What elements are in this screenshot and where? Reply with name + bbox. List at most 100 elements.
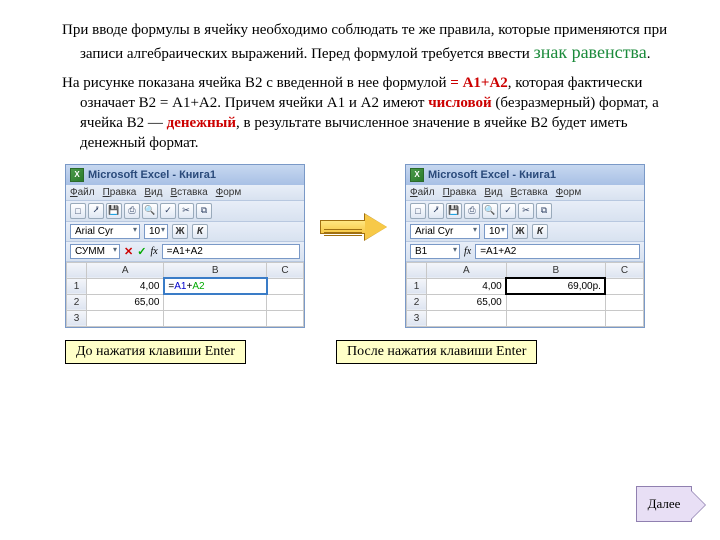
cell-a2[interactable]: 65,00 [87,294,164,310]
corner-cell[interactable] [67,262,87,278]
cell-b1-editing[interactable]: =A1+A2 [164,278,267,294]
col-header-a[interactable]: A [87,262,164,278]
row-header-2[interactable]: 2 [407,294,427,310]
excel-before: X Microsoft Excel - Книга1 Файл Правка В… [65,164,305,328]
arrow-right-icon [320,214,390,240]
cell-c3[interactable] [267,310,304,326]
formula-input[interactable]: =A1+A2 [162,244,300,259]
font-combo[interactable]: Arial Cyr [70,224,140,239]
next-button[interactable]: Далее [636,486,692,522]
preview-icon[interactable]: 🔍 [482,203,498,219]
menu-edit[interactable]: Правка [443,187,477,198]
cell-b2[interactable] [164,294,267,310]
new-icon[interactable]: □ [70,203,86,219]
formulabar: СУММ ✕ ✓ fx =A1+A2 [66,242,304,262]
col-header-a[interactable]: A [427,262,507,278]
open-icon[interactable]: ⭷ [88,203,104,219]
menu-insert[interactable]: Вставка [170,187,207,198]
cell-b3[interactable] [164,310,267,326]
cell-a1[interactable]: 4,00 [427,278,507,294]
name-box[interactable]: B1 [410,244,460,259]
open-icon[interactable]: ⭷ [428,203,444,219]
para2-currency: денежный [167,115,236,131]
next-label: Далее [648,496,681,512]
print-icon[interactable]: ⎙ [464,203,480,219]
row-header-3[interactable]: 3 [67,310,87,326]
cell-b3[interactable] [506,310,605,326]
menubar: Файл Правка Вид Вставка Форм [406,185,644,201]
menu-insert[interactable]: Вставка [510,187,547,198]
cell-a3[interactable] [87,310,164,326]
spell-icon[interactable]: ✓ [500,203,516,219]
grid: A B C 1 4,00 69,00р. 2 65,00 3 [406,262,644,327]
cell-b2[interactable] [506,294,605,310]
excel-after: X Microsoft Excel - Книга1 Файл Правка В… [405,164,645,328]
row-header-1[interactable]: 1 [67,278,87,294]
toolbar: □ ⭷ 💾 ⎙ 🔍 ✓ ✂ ⧉ [66,201,304,222]
col-header-b[interactable]: B [164,262,267,278]
new-icon[interactable]: □ [410,203,426,219]
fontbar: Arial Cyr 10 Ж К [406,222,644,242]
cell-c1[interactable] [605,278,643,294]
col-header-c[interactable]: C [605,262,643,278]
cell-c3[interactable] [605,310,643,326]
spell-icon[interactable]: ✓ [160,203,176,219]
para2-numeric: числовой [428,95,491,111]
fontsize-combo[interactable]: 10 [144,224,168,239]
caption-after: После нажатия клавиши Enter [336,340,537,364]
col-header-b[interactable]: B [506,262,605,278]
copy-icon[interactable]: ⧉ [196,203,212,219]
arrow-wrap [315,214,395,240]
fx-icon[interactable]: fx [150,246,157,257]
cell-b1[interactable]: 69,00р. [506,278,605,294]
save-icon[interactable]: 💾 [106,203,122,219]
enter-icon[interactable]: ✓ [137,245,146,258]
cut-icon[interactable]: ✂ [518,203,534,219]
row-header-2[interactable]: 2 [67,294,87,310]
cell-a3[interactable] [427,310,507,326]
formula-input[interactable]: =A1+A2 [475,244,640,259]
cancel-icon[interactable]: ✕ [124,245,133,258]
para2-t1: На рисунке показана ячейка В2 с введенно… [62,75,450,91]
toolbar: □ ⭷ 💾 ⎙ 🔍 ✓ ✂ ⧉ [406,201,644,222]
para1-highlight: знак равенства [534,42,647,62]
caption-before: До нажатия клавиши Enter [65,340,246,364]
cell-a2[interactable]: 65,00 [427,294,507,310]
row-header-3[interactable]: 3 [407,310,427,326]
bold-button[interactable]: Ж [172,224,188,239]
cell-a1[interactable]: 4,00 [87,278,164,294]
para2-formula: = А1+А2 [450,75,508,91]
cell-c2[interactable] [267,294,304,310]
cut-icon[interactable]: ✂ [178,203,194,219]
screenshots-row: X Microsoft Excel - Книга1 Файл Правка В… [40,164,690,328]
name-box[interactable]: СУММ [70,244,120,259]
menu-view[interactable]: Вид [484,187,502,198]
menu-view[interactable]: Вид [144,187,162,198]
col-header-c[interactable]: C [267,262,304,278]
italic-button[interactable]: К [192,224,208,239]
corner-cell[interactable] [407,262,427,278]
preview-icon[interactable]: 🔍 [142,203,158,219]
menu-format[interactable]: Форм [556,187,582,198]
captions-row: До нажатия клавиши Enter После нажатия к… [40,340,690,364]
row-header-1[interactable]: 1 [407,278,427,294]
excel-icon: X [70,168,84,182]
italic-button[interactable]: К [532,224,548,239]
formulabar: B1 fx =A1+A2 [406,242,644,262]
fontsize-combo[interactable]: 10 [484,224,508,239]
cell-c2[interactable] [605,294,643,310]
window-title: Microsoft Excel - Книга1 [428,169,556,181]
print-icon[interactable]: ⎙ [124,203,140,219]
menu-format[interactable]: Форм [216,187,242,198]
menu-file[interactable]: Файл [70,187,95,198]
paragraph-2: На рисунке показана ячейка В2 с введенно… [40,73,690,154]
titlebar: X Microsoft Excel - Книга1 [406,165,644,185]
menu-file[interactable]: Файл [410,187,435,198]
menu-edit[interactable]: Правка [103,187,137,198]
cell-c1[interactable] [267,278,304,294]
save-icon[interactable]: 💾 [446,203,462,219]
fx-icon[interactable]: fx [464,246,471,257]
font-combo[interactable]: Arial Cyr [410,224,480,239]
copy-icon[interactable]: ⧉ [536,203,552,219]
bold-button[interactable]: Ж [512,224,528,239]
